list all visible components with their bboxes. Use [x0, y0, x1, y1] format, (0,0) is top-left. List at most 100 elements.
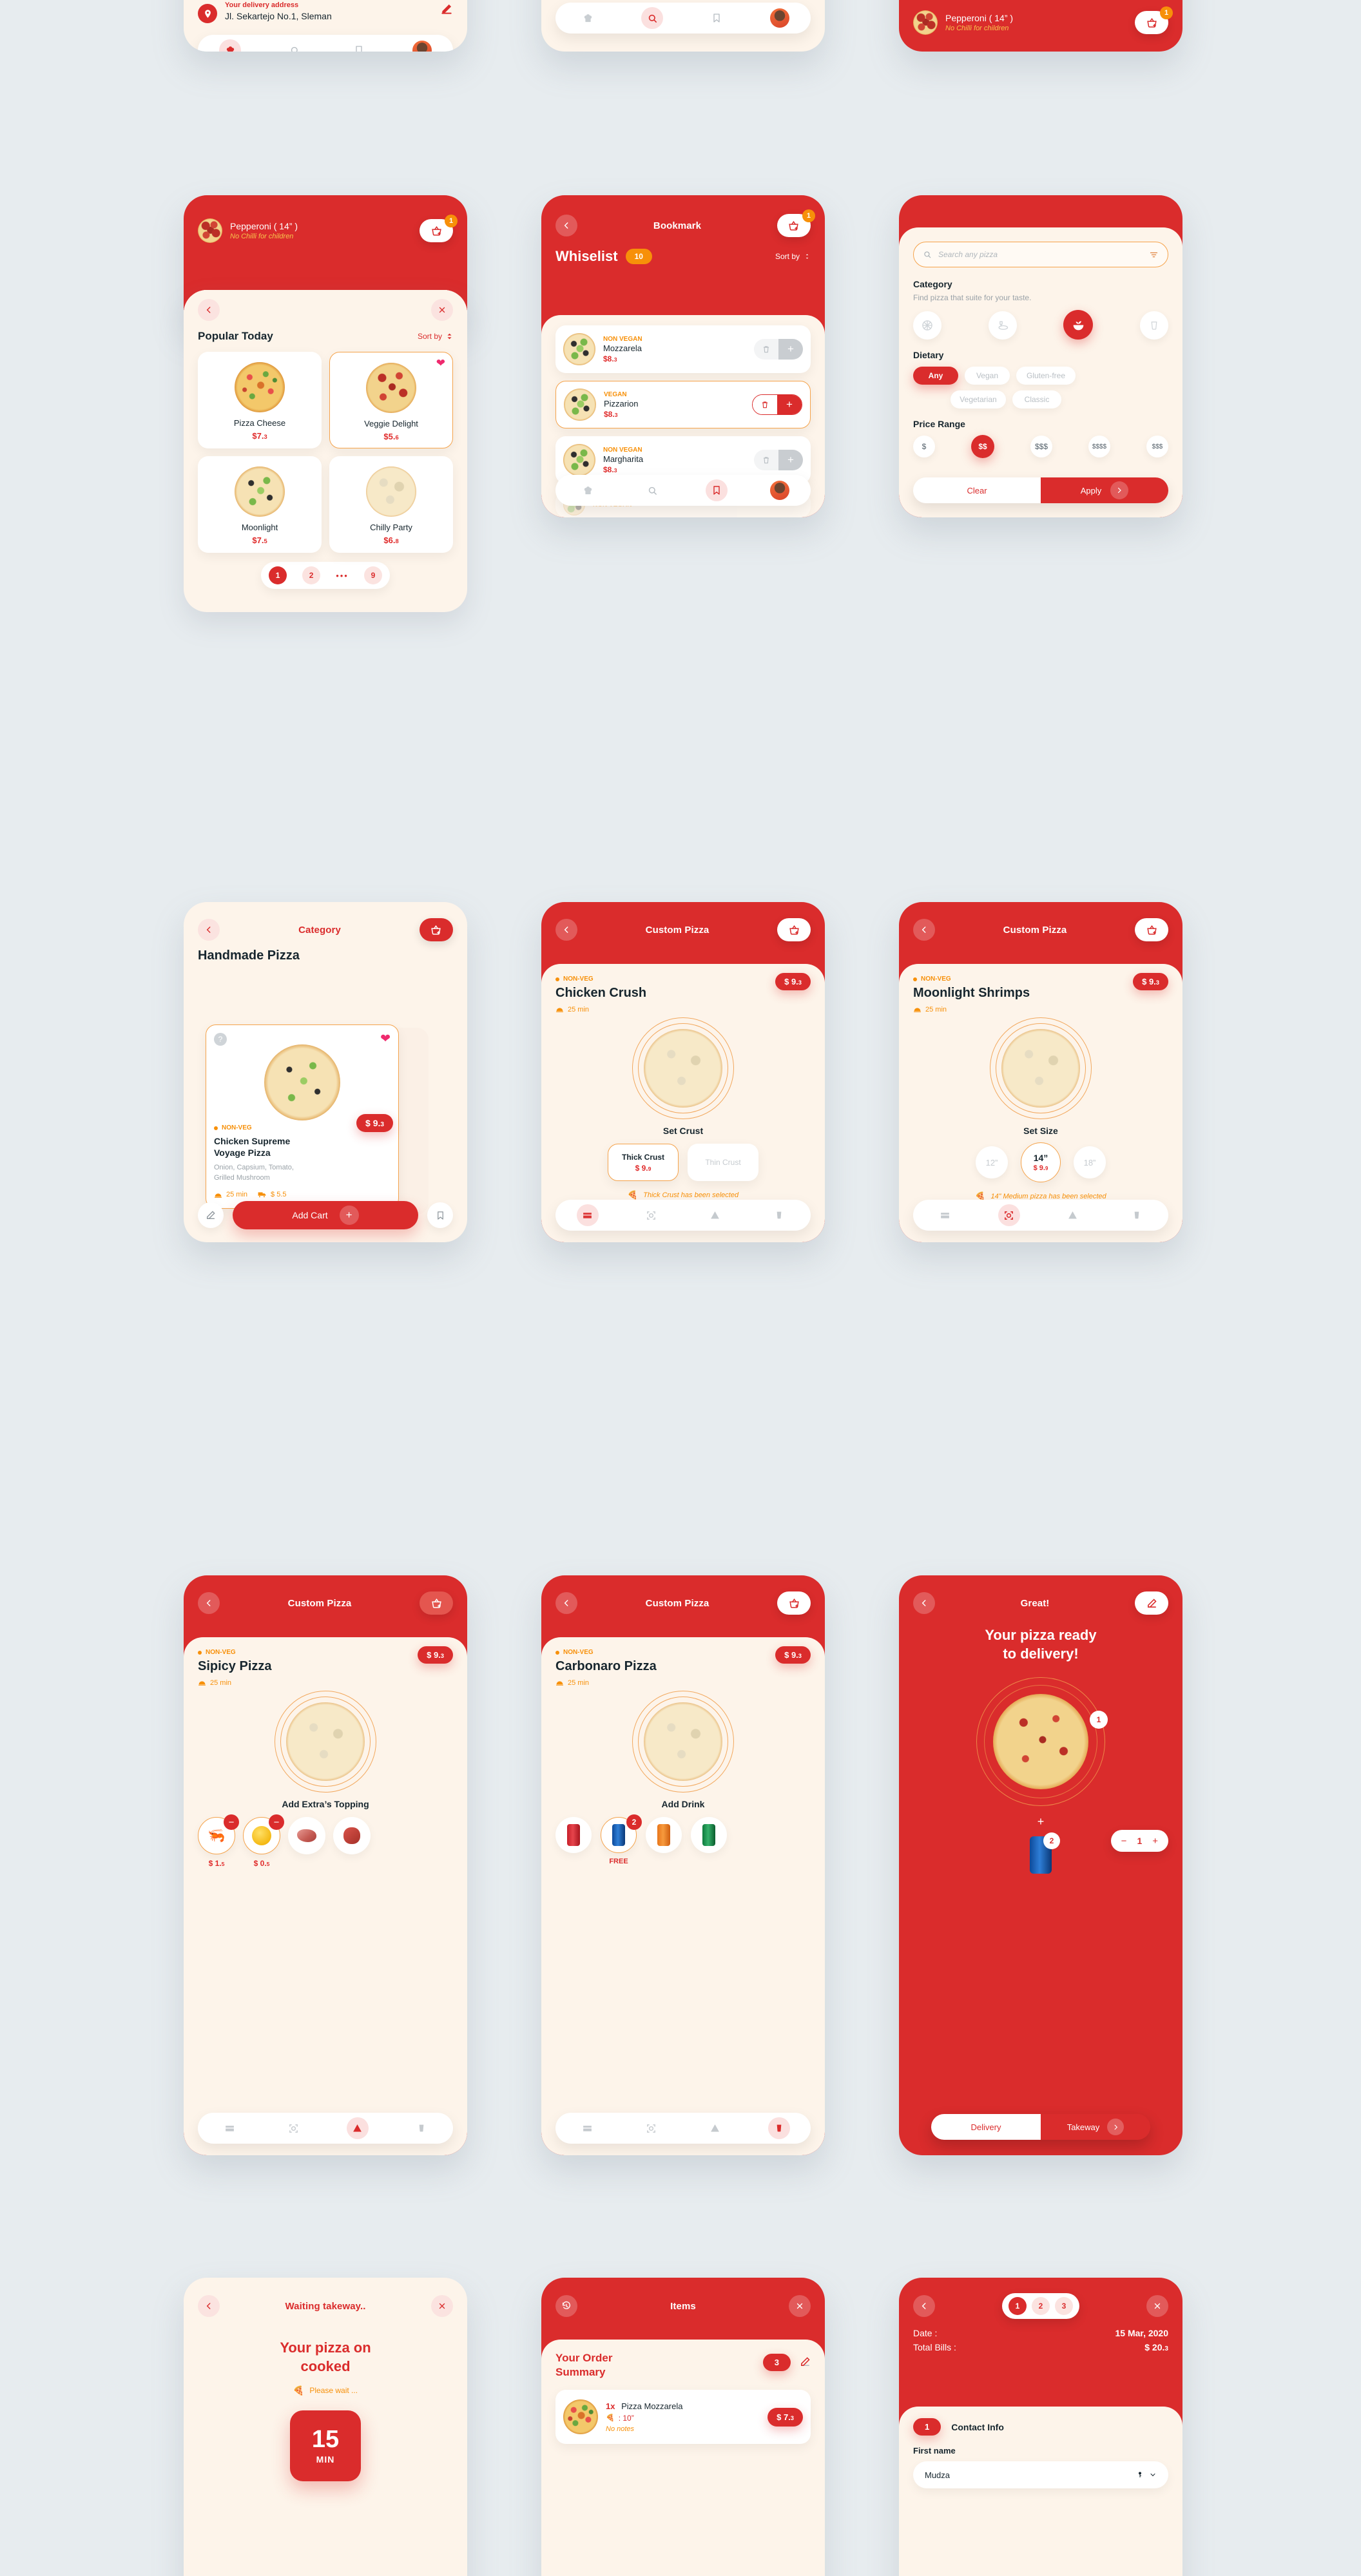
cart-button[interactable]	[420, 1591, 453, 1615]
apply-button[interactable]: Apply	[1041, 477, 1168, 503]
search-input[interactable]: Search any pizza	[913, 242, 1168, 267]
back-button[interactable]	[913, 1592, 935, 1614]
minus-button[interactable]: −	[224, 1814, 239, 1830]
tab-crust[interactable]	[934, 1204, 956, 1226]
close-button[interactable]	[1146, 2295, 1168, 2317]
edit-button[interactable]	[198, 1202, 224, 1228]
tab-crust[interactable]	[576, 1204, 599, 1226]
tab-chef-hat[interactable]	[577, 7, 599, 29]
cart-button[interactable]: 1	[1135, 6, 1173, 34]
tab-size[interactable]	[641, 2117, 662, 2139]
tab-drink[interactable]	[410, 2117, 432, 2139]
edit-button[interactable]	[800, 2356, 811, 2367]
tab-chef-hat[interactable]	[219, 39, 241, 52]
bookmark-button[interactable]	[427, 1202, 453, 1228]
size-option-14[interactable]: 14” $ 9.9	[1021, 1142, 1061, 1182]
qty-plus-button[interactable]: +	[1152, 1836, 1158, 1847]
step-1[interactable]: 1	[1009, 2297, 1027, 2315]
back-button[interactable]	[198, 1592, 220, 1614]
cart-button[interactable]	[777, 918, 811, 941]
topping-option[interactable]: − $ 0.5	[243, 1814, 284, 1868]
heart-icon[interactable]: ❤	[380, 1033, 391, 1045]
sort-by-button[interactable]: Sort by	[418, 332, 453, 341]
pagination-page-1[interactable]: 1	[269, 566, 287, 584]
delete-button[interactable]	[753, 395, 777, 414]
avatar[interactable]	[412, 41, 432, 52]
back-button[interactable]	[555, 215, 577, 236]
clear-button[interactable]: Clear	[913, 477, 1041, 503]
tab-topping[interactable]	[704, 2117, 726, 2139]
category-pizza-slice[interactable]	[913, 311, 941, 340]
pizza-card[interactable]: Chilly Party $6.8	[329, 456, 453, 553]
cart-button[interactable]: 1	[777, 209, 815, 237]
drink-option[interactable]	[691, 1817, 727, 1853]
price-4[interactable]: $$$$	[1088, 436, 1110, 457]
category-salad[interactable]	[1063, 310, 1094, 340]
quantity-stepper[interactable]: − 1 +	[1110, 1830, 1168, 1852]
tab-topping[interactable]	[346, 2117, 369, 2139]
close-button[interactable]	[789, 2295, 811, 2317]
tab-bookmark[interactable]	[348, 39, 370, 52]
delete-button[interactable]	[754, 339, 778, 360]
pizza-card[interactable]: Moonlight $7.5	[198, 456, 322, 553]
topping-option[interactable]	[333, 1817, 371, 1854]
cart-button[interactable]: 1	[420, 215, 458, 242]
back-button[interactable]	[198, 919, 220, 941]
cart-button[interactable]	[1135, 918, 1168, 941]
tab-topping[interactable]	[1062, 1204, 1084, 1226]
category-pasta[interactable]	[988, 311, 1017, 340]
add-button[interactable]: +	[778, 339, 803, 360]
tab-drink[interactable]	[767, 2117, 790, 2139]
add-button[interactable]: +	[777, 395, 802, 414]
tab-search[interactable]	[284, 39, 305, 52]
drink-option[interactable]: 2 FREE	[601, 1814, 642, 1865]
history-button[interactable]	[555, 2295, 577, 2317]
pizza-card[interactable]: Pizza Cheese $7.3	[198, 352, 322, 448]
avatar[interactable]	[770, 8, 789, 28]
dietary-gluten-free[interactable]: Gluten-free	[1016, 367, 1076, 385]
category-drink[interactable]	[1139, 311, 1168, 340]
back-button[interactable]	[198, 2295, 220, 2317]
pagination-page-2[interactable]: 2	[302, 566, 321, 584]
topping-option[interactable]	[288, 1817, 325, 1854]
close-button[interactable]	[431, 299, 453, 321]
price-1[interactable]: $	[913, 436, 935, 457]
back-button[interactable]	[198, 299, 220, 321]
pagination-page-9[interactable]: 9	[363, 566, 382, 584]
tab-crust[interactable]	[219, 2117, 241, 2139]
delete-button[interactable]	[754, 450, 778, 470]
add-cart-button[interactable]: Add Cart +	[233, 1201, 418, 1229]
takeway-button[interactable]: Takeway	[1041, 2114, 1150, 2140]
tab-bookmark[interactable]	[706, 7, 728, 29]
back-button[interactable]	[913, 2295, 935, 2317]
delivery-button[interactable]: Delivery	[931, 2114, 1041, 2140]
tab-bookmark[interactable]	[706, 479, 728, 501]
add-button[interactable]: +	[778, 450, 803, 470]
cart-button[interactable]	[777, 1591, 811, 1615]
tab-topping[interactable]	[704, 1204, 726, 1226]
dietary-vegetarian[interactable]: Vegetarian	[951, 390, 1006, 409]
tab-drink[interactable]	[768, 1204, 790, 1226]
tab-size[interactable]	[998, 1204, 1020, 1226]
qty-minus-button[interactable]: −	[1121, 1836, 1127, 1847]
drink-option[interactable]	[555, 1817, 592, 1853]
size-option-18[interactable]: 18”	[1074, 1146, 1106, 1178]
pizza-detail-card[interactable]: ? ❤ $ 9.3 NON-VEG Chicken Supreme Voyage…	[206, 1024, 399, 1209]
back-button[interactable]	[913, 919, 935, 941]
sort-by-button[interactable]: Sort by	[775, 252, 811, 261]
tab-size[interactable]	[283, 2117, 305, 2139]
bookmark-row[interactable]: NON VEGAN Mozzarela $8.3 +	[555, 325, 811, 373]
pizza-card[interactable]: ❤ Veggie Delight $5.6	[329, 352, 453, 448]
size-option-12[interactable]: 12”	[976, 1146, 1008, 1178]
close-button[interactable]	[431, 2295, 453, 2317]
first-name-field[interactable]: Mudza	[913, 2461, 1168, 2488]
question-icon[interactable]: ?	[214, 1033, 227, 1046]
tab-drink[interactable]	[1126, 1204, 1148, 1226]
tab-chef-hat[interactable]	[577, 479, 599, 501]
drink-option[interactable]	[646, 1817, 682, 1853]
minus-button[interactable]: −	[269, 1814, 284, 1830]
tab-crust[interactable]	[577, 2117, 599, 2139]
pencil-icon[interactable]	[440, 3, 453, 15]
price-2[interactable]: $$	[971, 435, 994, 458]
bookmark-row[interactable]: VEGAN Pizzarion $8.3 +	[555, 381, 811, 428]
